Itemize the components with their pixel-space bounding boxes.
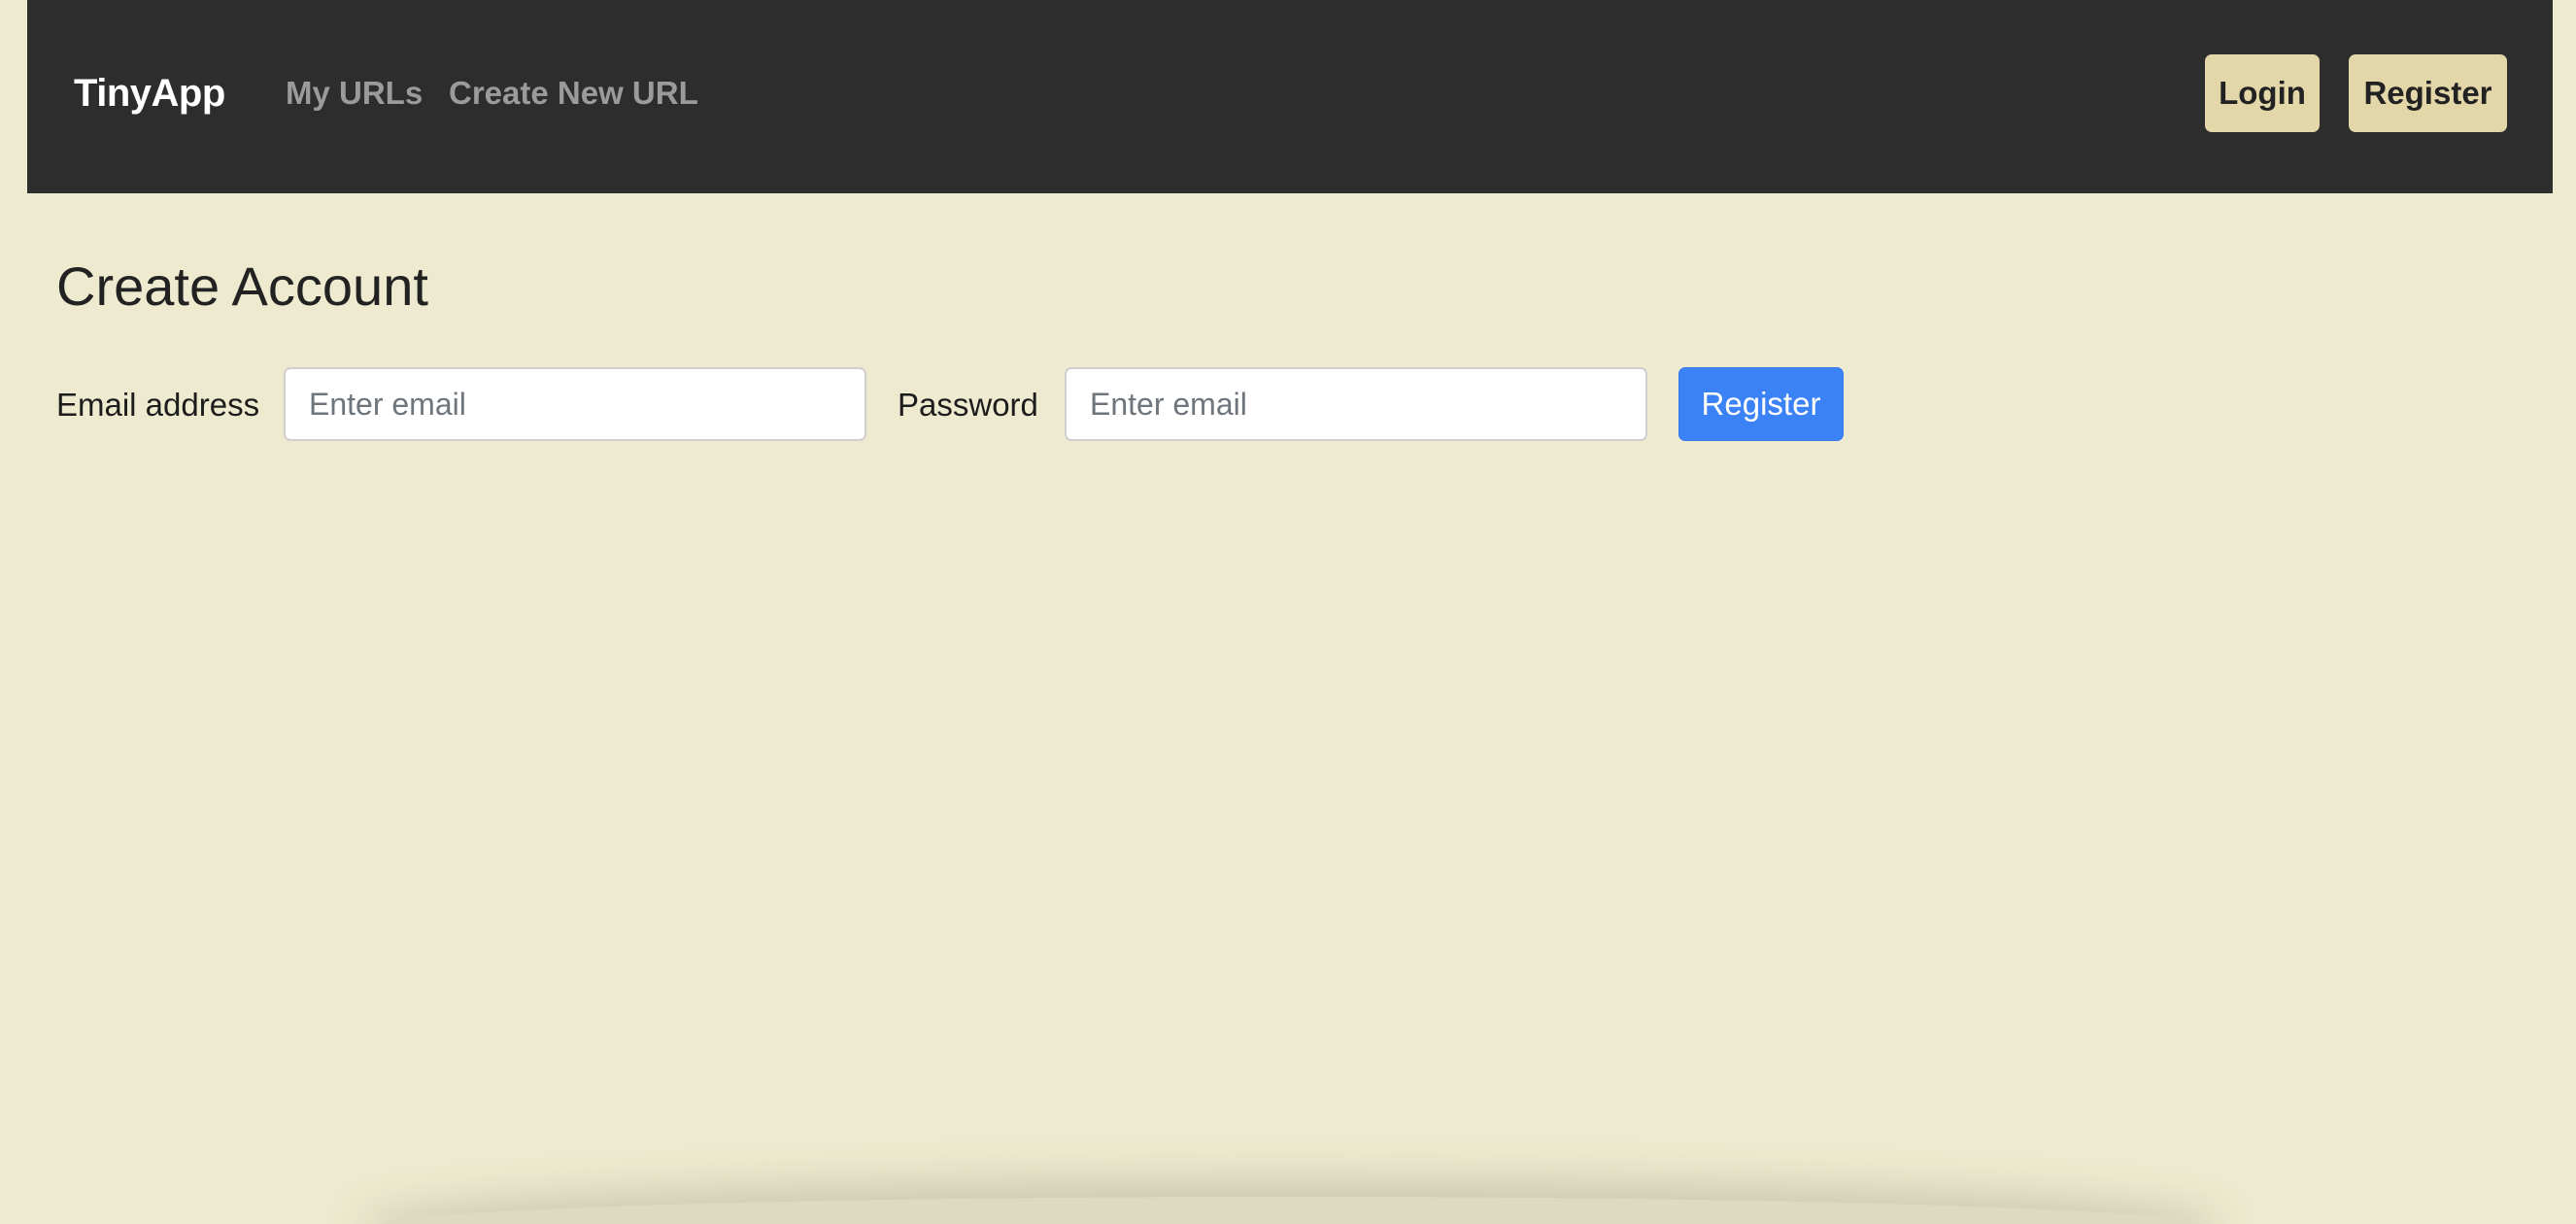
- login-button[interactable]: Login: [2205, 54, 2320, 132]
- register-nav-button[interactable]: Register: [2349, 54, 2507, 132]
- navbar: TinyApp My URLs Create New URL Login Reg…: [27, 0, 2553, 193]
- password-field[interactable]: [1065, 367, 1647, 441]
- email-label: Email address: [56, 387, 260, 423]
- brand-logo[interactable]: TinyApp: [74, 0, 225, 187]
- nav-link-create-new-url[interactable]: Create New URL: [449, 0, 698, 187]
- page: TinyApp My URLs Create New URL Login Reg…: [0, 0, 2576, 1224]
- nav-link-my-urls[interactable]: My URLs: [286, 0, 423, 187]
- bottom-shadow: [379, 1197, 2205, 1224]
- page-title: Create Account: [56, 255, 428, 317]
- password-label: Password: [898, 387, 1038, 423]
- register-submit-button[interactable]: Register: [1678, 367, 1844, 441]
- email-field[interactable]: [284, 367, 866, 441]
